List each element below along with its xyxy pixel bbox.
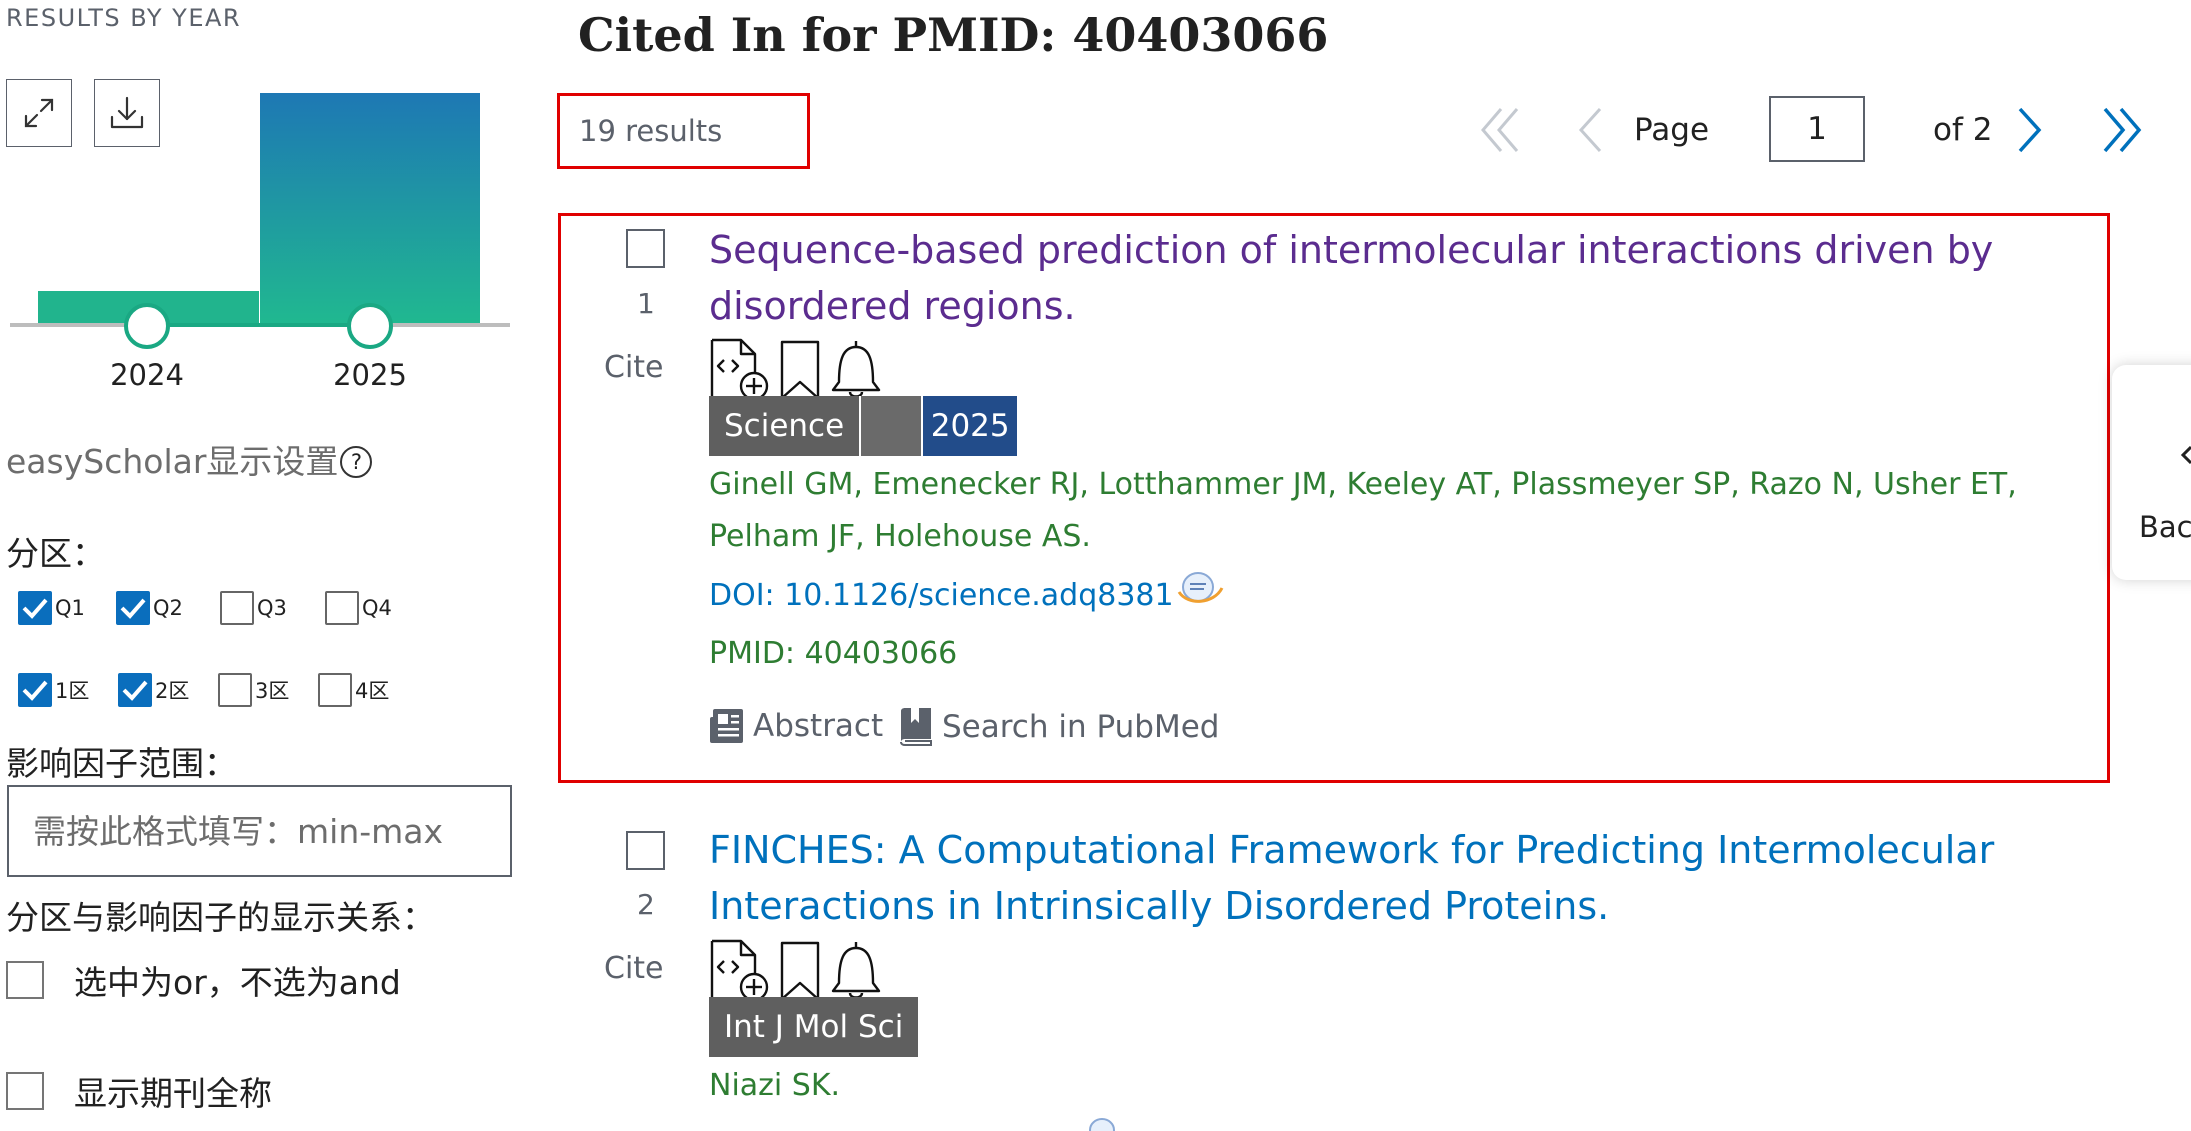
bookmark-icon[interactable] [779,340,821,400]
result-1-title-link[interactable]: Sequence-based prediction of intermolecu… [709,222,2129,334]
partition-badge [859,396,922,456]
result-2-cite-button[interactable]: Cite [604,951,664,986]
bell-icon[interactable] [829,939,883,1001]
back-label: Back [2139,510,2191,544]
back-to-top-widget[interactable] [2112,365,2191,580]
year-handle-2024[interactable] [124,303,170,349]
easyscholar-settings-title: easyScholar显示设置? [6,435,373,483]
page-of-label: of 2 [1933,112,1993,148]
results-by-year-chart: 2024 2025 [10,93,510,392]
result-1-badges: Science 2025 [709,396,1018,456]
partition-q3[interactable]: Q3 [220,591,287,625]
search-in-pubmed-label: Search in PubMed [942,709,1220,745]
checkbox-label: 3区 [255,679,290,703]
result-2-tools [709,939,883,1001]
bell-icon[interactable] [829,338,883,400]
last-page-button[interactable] [2096,104,2146,156]
abstract-button[interactable]: Abstract [709,707,883,745]
newspaper-icon [710,709,743,743]
year-handle-2025[interactable] [347,303,393,349]
result-1-authors: Ginell GM, Emenecker RJ, Lotthammer JM, … [709,467,2017,554]
year-label-2025: 2025 [333,358,407,392]
results-by-year-heading: RESULTS BY YEAR [6,4,242,32]
checkbox-label: 4区 [355,679,390,703]
page-number-input[interactable] [1769,96,1865,162]
year-label-2024: 2024 [110,358,184,392]
partition-q1[interactable]: Q1 [18,591,85,625]
result-number: 1 [637,287,655,320]
help-icon[interactable]: ? [340,446,373,478]
previous-page-button[interactable] [1572,104,1608,156]
easyscholar-title-text: easyScholar显示设置 [6,442,339,481]
next-page-button[interactable] [2012,104,2048,156]
result-1-tools [709,338,883,400]
option-or-and[interactable]: 选中为or，不选为and [6,956,401,1004]
book-icon [900,708,932,746]
checkbox-q4[interactable] [325,591,359,625]
result-2-checkbox[interactable] [626,831,665,870]
checkbox-q2[interactable] [116,591,150,625]
checkbox-zone-4[interactable] [318,673,352,707]
doi-link[interactable]: DOI: 10.1126/science.adq8381 [709,578,1174,613]
result-2-authors: Niazi SK. [709,1068,841,1103]
double-chevron-right-icon [2103,107,2142,153]
checkbox-label: Q1 [55,596,85,620]
partition-zone-4[interactable]: 4区 [318,673,389,707]
checkbox-zone-3[interactable] [218,673,252,707]
search-in-pubmed-button[interactable]: Search in PubMed [898,707,1219,747]
result-number: 2 [637,888,655,921]
checkbox-zone-1[interactable] [18,673,52,707]
or-and-label: 选中为or，不选为and [74,963,401,1002]
chevron-up-icon [2180,445,2191,465]
if-range-input[interactable] [7,785,512,877]
add-code-icon[interactable] [709,939,771,1001]
checkbox-label: 2区 [155,679,190,703]
checkbox-label: Q2 [153,596,183,620]
option-full-name[interactable]: 显示期刊全称 [6,1067,272,1115]
chevron-right-icon [2018,107,2042,153]
checkbox-label: Q4 [362,596,392,620]
or-and-checkbox[interactable] [6,961,44,999]
result-1-cite-button[interactable]: Cite [604,350,664,385]
page-title: Cited In for PMID: 40403066 [578,8,1329,62]
scihub-icon[interactable] [1176,570,1224,608]
bookmark-icon[interactable] [779,941,821,1001]
partition-zone-1[interactable]: 1区 [18,673,89,707]
result-1-doi: DOI: 10.1126/science.adq8381 [709,572,1224,613]
double-chevron-left-icon [1481,108,1519,152]
result-1-pmid: PMID: 40403066 [709,636,958,671]
relation-label: 分区与影响因子的显示关系： [6,898,435,937]
journal-badge: Int J Mol Sci [709,997,919,1057]
abstract-label: Abstract [753,708,884,744]
partition-zone-3[interactable]: 3区 [218,673,289,707]
if-range-label: 影响因子范围： [6,744,237,783]
journal-badge: Science [709,396,860,456]
scihub-icon[interactable] [1082,1116,1122,1131]
chevron-left-icon [1578,107,1602,153]
partition-q4[interactable]: Q4 [325,591,392,625]
first-page-button[interactable] [1476,104,1526,156]
full-name-label: 显示期刊全称 [74,1074,272,1113]
checkbox-q3[interactable] [220,591,254,625]
partition-zone-2[interactable]: 2区 [118,673,189,707]
year-bar-2025[interactable] [260,93,480,323]
year-badge: 2025 [921,396,1018,456]
partition-label: 分区： [6,534,105,573]
full-name-checkbox[interactable] [6,1072,44,1110]
results-count: 19 results [579,114,723,148]
checkbox-label: 1区 [55,679,90,703]
checkbox-q1[interactable] [18,591,52,625]
checkbox-zone-2[interactable] [118,673,152,707]
result-1-checkbox[interactable] [626,229,665,268]
page-label: Page [1634,112,1710,148]
result-2-badges: Int J Mol Sci [709,997,919,1057]
checkbox-label: Q3 [257,596,287,620]
partition-q2[interactable]: Q2 [116,591,183,625]
add-code-icon[interactable] [709,338,771,400]
result-2-title-link[interactable]: FINCHES: A Computational Framework for P… [709,822,2129,934]
